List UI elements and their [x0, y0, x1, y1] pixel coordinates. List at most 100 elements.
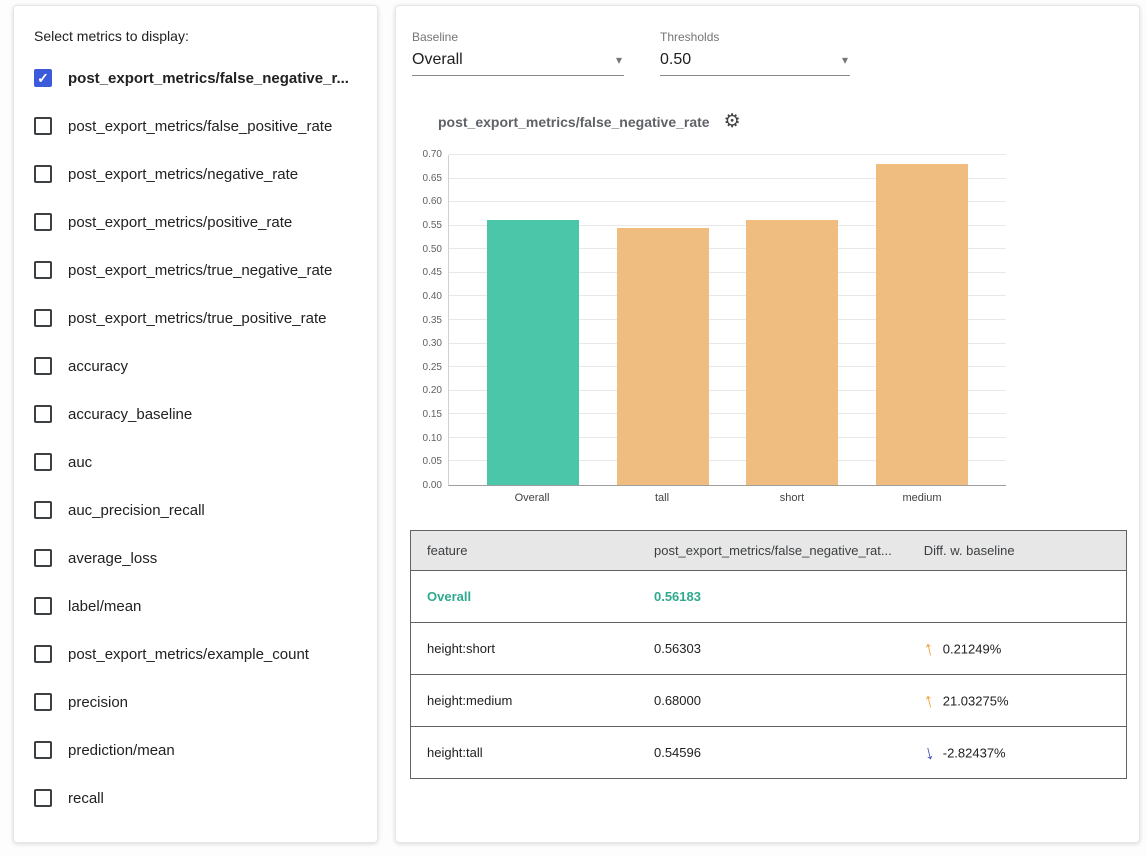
chart-header: post_export_metrics/false_negative_rate … [438, 112, 1125, 131]
checkbox-unchecked-icon[interactable] [34, 501, 52, 519]
metric-checkbox-item[interactable]: average_loss [34, 534, 357, 582]
y-axis-tick-label: 0.05 [423, 457, 442, 467]
diff-cell: ↓-2.82437% [908, 727, 1127, 779]
feature-cell: height:tall [411, 727, 638, 779]
checkbox-unchecked-icon[interactable] [34, 645, 52, 663]
checkbox-unchecked-icon[interactable] [34, 117, 52, 135]
metric-checkbox-item[interactable]: ✓post_export_metrics/false_negative_r... [34, 54, 357, 102]
metric-checkbox-item[interactable]: post_export_metrics/true_negative_rate [34, 246, 357, 294]
checkbox-unchecked-icon[interactable] [34, 597, 52, 615]
checkbox-unchecked-icon[interactable] [34, 213, 52, 231]
metric-checkbox-item[interactable]: accuracy_baseline [34, 390, 357, 438]
thresholds-value: 0.50 [660, 51, 691, 69]
y-axis-tick-label: 0.25 [423, 363, 442, 373]
metric-label: post_export_metrics/example_count [68, 646, 309, 663]
table-row: Overall0.56183 [411, 571, 1127, 623]
metric-checkbox-item[interactable]: recall [34, 774, 357, 822]
y-axis-tick-label: 0.50 [423, 245, 442, 255]
diff-value: -2.82437% [943, 745, 1006, 760]
thresholds-label: Thresholds [660, 30, 850, 44]
arrow-up-icon: ↑ [921, 690, 936, 712]
metric-label: accuracy [68, 358, 128, 375]
y-axis-tick-label: 0.65 [423, 174, 442, 184]
bar-medium[interactable] [876, 164, 968, 485]
feature-cell: Overall [411, 571, 638, 623]
metric-label: prediction/mean [68, 742, 175, 759]
metric-checkbox-item[interactable]: post_export_metrics/negative_rate [34, 150, 357, 198]
x-axis-labels: Overalltallshortmedium [448, 492, 1006, 504]
metric-checkbox-item[interactable]: post_export_metrics/false_positive_rate [34, 102, 357, 150]
diff-value: 21.03275% [943, 693, 1009, 708]
metric-label: post_export_metrics/negative_rate [68, 166, 298, 183]
table-header-cell: Diff. w. baseline [908, 531, 1127, 571]
diff-cell: ↑0.21249% [908, 623, 1127, 675]
y-axis-tick-label: 0.15 [423, 410, 442, 420]
bar-chart: 0.000.050.100.150.200.250.300.350.400.45… [410, 155, 1125, 486]
baseline-label: Baseline [412, 30, 624, 44]
metric-checkbox-item[interactable]: precision [34, 678, 357, 726]
chevron-down-icon: ▾ [842, 53, 848, 67]
metric-checkbox-item[interactable]: accuracy [34, 342, 357, 390]
x-axis-label: medium [876, 492, 968, 504]
metrics-table: featurepost_export_metrics/false_negativ… [410, 530, 1127, 779]
table-row: height:medium0.68000↑21.03275% [411, 675, 1127, 727]
metric-label: accuracy_baseline [68, 406, 192, 423]
checkbox-checked-icon[interactable]: ✓ [34, 69, 52, 87]
bar-tall[interactable] [617, 228, 709, 485]
y-axis-tick-label: 0.70 [423, 150, 442, 160]
settings-gear-icon[interactable]: ⚙ [724, 112, 741, 131]
table-header-cell: feature [411, 531, 638, 571]
y-axis: 0.000.050.100.150.200.250.300.350.400.45… [410, 155, 448, 486]
metric-checkbox-item[interactable]: post_export_metrics/example_count [34, 630, 357, 678]
value-cell: 0.56183 [638, 571, 908, 623]
bar-Overall[interactable] [487, 220, 579, 485]
metric-label: post_export_metrics/positive_rate [68, 214, 292, 231]
metric-checkbox-item[interactable]: post_export_metrics/true_positive_rate [34, 294, 357, 342]
metrics-list: ✓post_export_metrics/false_negative_r...… [34, 54, 357, 822]
y-axis-tick-label: 0.45 [423, 268, 442, 278]
value-cell: 0.54596 [638, 727, 908, 779]
diff-cell: ↑ 21.03275% [908, 675, 1127, 727]
metric-checkbox-item[interactable]: auc_precision_recall [34, 486, 357, 534]
checkbox-unchecked-icon[interactable] [34, 309, 52, 327]
bars [449, 155, 1006, 485]
x-axis-label: short [746, 492, 838, 504]
checkbox-unchecked-icon[interactable] [34, 741, 52, 759]
y-axis-tick-label: 0.55 [423, 221, 442, 231]
checkbox-unchecked-icon[interactable] [34, 453, 52, 471]
controls-row: Baseline Overall ▾ Thresholds 0.50 ▾ [410, 30, 1125, 76]
value-cell: 0.56303 [638, 623, 908, 675]
metric-checkbox-item[interactable]: auc [34, 438, 357, 486]
metric-checkbox-item[interactable]: label/mean [34, 582, 357, 630]
checkbox-unchecked-icon[interactable] [34, 789, 52, 807]
metric-label: post_export_metrics/true_positive_rate [68, 310, 326, 327]
checkbox-unchecked-icon[interactable] [34, 405, 52, 423]
checkbox-unchecked-icon[interactable] [34, 357, 52, 375]
metric-label: label/mean [68, 598, 141, 615]
y-axis-tick-label: 0.20 [423, 386, 442, 396]
diff-value: 0.21249% [943, 641, 1002, 656]
checkbox-unchecked-icon[interactable] [34, 261, 52, 279]
analysis-panel-card: Baseline Overall ▾ Thresholds 0.50 ▾ pos… [395, 5, 1140, 843]
checkbox-unchecked-icon[interactable] [34, 549, 52, 567]
metric-label: auc [68, 454, 92, 471]
y-axis-tick-label: 0.40 [423, 292, 442, 302]
chevron-down-icon: ▾ [616, 53, 622, 67]
checkbox-unchecked-icon[interactable] [34, 165, 52, 183]
y-axis-tick-label: 0.00 [423, 481, 442, 491]
baseline-value: Overall [412, 51, 463, 69]
y-axis-tick-label: 0.30 [423, 339, 442, 349]
metric-checkbox-item[interactable]: prediction/mean [34, 726, 357, 774]
baseline-select[interactable]: Baseline Overall ▾ [412, 30, 624, 76]
metric-label: average_loss [68, 550, 157, 567]
metric-label: auc_precision_recall [68, 502, 205, 519]
metric-label: precision [68, 694, 128, 711]
metric-checkbox-item[interactable]: post_export_metrics/positive_rate [34, 198, 357, 246]
chart-title: post_export_metrics/false_negative_rate [438, 114, 710, 130]
bar-short[interactable] [746, 220, 838, 485]
feature-cell: height:short [411, 623, 638, 675]
x-axis-label: tall [616, 492, 708, 504]
thresholds-select[interactable]: Thresholds 0.50 ▾ [660, 30, 850, 76]
table-header-row: featurepost_export_metrics/false_negativ… [411, 531, 1127, 571]
checkbox-unchecked-icon[interactable] [34, 693, 52, 711]
